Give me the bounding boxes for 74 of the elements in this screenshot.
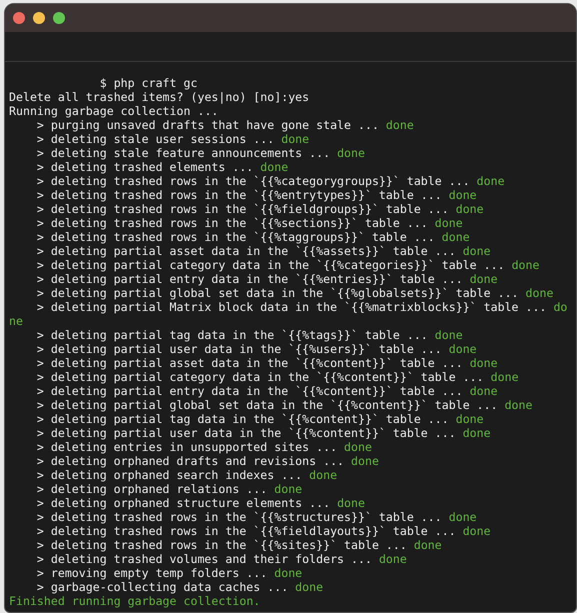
- command-line: $ php craft gc: [100, 76, 198, 90]
- output-line: Delete all trashed items? (yes|no) [no]:yes: [9, 90, 310, 104]
- minimize-button[interactable]: [33, 12, 45, 24]
- status-text: done: [470, 356, 498, 370]
- status-text: done: [504, 398, 532, 412]
- status-text: done: [456, 412, 484, 426]
- step-line: > deleting partial tag data in the `{{%content}}` table ...: [36, 412, 449, 426]
- output-line: Running garbage collection ...: [9, 104, 218, 118]
- step-line: > deleting partial asset data in the `{{%assets}}` table ...: [36, 244, 456, 258]
- step-line: > deleting partial user data in the `{{%users}}` table ...: [36, 342, 442, 356]
- step-line: > deleting partial tag data in the `{{%tags}}` table ...: [36, 328, 428, 342]
- status-text: done: [448, 342, 477, 356]
- status-text: done: [512, 258, 540, 272]
- status-text: done: [462, 426, 491, 440]
- status-text: done: [476, 174, 505, 188]
- step-line: > deleting orphaned structure elements ...: [36, 496, 330, 510]
- step-line: > deleting partial asset data in the `{{%content}}` table ...: [36, 356, 463, 370]
- step-line: > deleting partial entry data in the `{{%entries}}` table ...: [36, 272, 463, 286]
- step-line: > deleting partial global set data in the `{{%globalsets}}` table ...: [36, 286, 519, 300]
- step-line: > deleting stale user sessions ...: [36, 132, 274, 146]
- status-text: done: [386, 118, 414, 132]
- status-text: done: [260, 160, 288, 174]
- step-line: > removing empty temp folders ...: [36, 566, 268, 580]
- status-text: done: [337, 496, 365, 510]
- status-text: done: [526, 286, 554, 300]
- step-line: > deleting trashed rows in the `{{%categorygroups}}` table ...: [36, 174, 470, 188]
- status-text: done: [344, 440, 372, 454]
- step-line: > deleting trashed rows in the `{{%fieldgroups}}` table ...: [36, 202, 449, 216]
- status-text: done: [414, 538, 442, 552]
- status-text: done: [448, 510, 477, 524]
- status-text: done: [470, 272, 498, 286]
- step-line: > deleting trashed rows in the `{{%structures}}` table ...: [36, 510, 442, 524]
- step-line: > deleting partial category data in the `{{%content}}` table ...: [36, 370, 484, 384]
- step-line: > deleting partial category data in the `{{%categories}}` table ...: [36, 258, 505, 272]
- status-text: done: [462, 244, 491, 258]
- step-line: > deleting orphaned search indexes ...: [36, 468, 302, 482]
- status-text: done: [295, 580, 324, 594]
- step-line: > deleting stale feature announcements ...: [36, 146, 330, 160]
- step-line: > deleting orphaned relations ...: [36, 482, 268, 496]
- status-text: done: [337, 146, 365, 160]
- step-line: > deleting entries in unsupported sites ...: [36, 440, 338, 454]
- status-text: do: [553, 300, 568, 314]
- status-text: done: [274, 566, 302, 580]
- status-text: done: [470, 384, 498, 398]
- status-text: done: [378, 552, 407, 566]
- success-message: Finished running garbage collection.: [9, 594, 260, 608]
- status-text: done: [351, 454, 379, 468]
- status-text: done: [434, 216, 463, 230]
- status-text: ne: [9, 314, 23, 328]
- step-line: > deleting trashed volumes and their folders ...: [36, 552, 372, 566]
- status-text: done: [448, 188, 477, 202]
- status-text: done: [456, 202, 484, 216]
- status-text: done: [462, 524, 491, 538]
- step-line: > deleting partial entry data in the `{{%content}}` table ...: [36, 384, 463, 398]
- step-line: > deleting partial user data in the `{{%content}}` table ...: [36, 426, 456, 440]
- status-text: done: [309, 468, 338, 482]
- zoom-button[interactable]: [53, 12, 65, 24]
- step-line: > deleting trashed rows in the `{{%taggroups}}` table ...: [36, 230, 435, 244]
- step-line: > deleting orphaned drafts and revisions ...: [36, 454, 344, 468]
- status-text: done: [442, 230, 470, 244]
- step-line: > deleting partial Matrix block data in the `{{%matrixblocks}}` table ...: [36, 300, 546, 314]
- step-line: > purging unsaved drafts that have gone stale ...: [36, 118, 379, 132]
- status-text: done: [490, 370, 519, 384]
- step-line: > deleting trashed rows in the `{{%fieldlayouts}}` table ...: [36, 524, 456, 538]
- status-text: done: [434, 328, 463, 342]
- step-line: > deleting partial global set data in the `{{%content}}` table ...: [36, 398, 498, 412]
- close-button[interactable]: [13, 12, 25, 24]
- step-line: > garbage-collecting data caches ...: [36, 580, 288, 594]
- status-text: done: [281, 132, 310, 146]
- status-text: done: [274, 482, 302, 496]
- step-line: > deleting trashed rows in the `{{%sites}}` table ...: [36, 538, 407, 552]
- step-line: > deleting trashed rows in the `{{%entrytypes}}` table ...: [36, 188, 442, 202]
- step-line: > deleting trashed rows in the `{{%sections}}` table ...: [36, 216, 428, 230]
- step-line: > deleting trashed elements ...: [36, 160, 254, 174]
